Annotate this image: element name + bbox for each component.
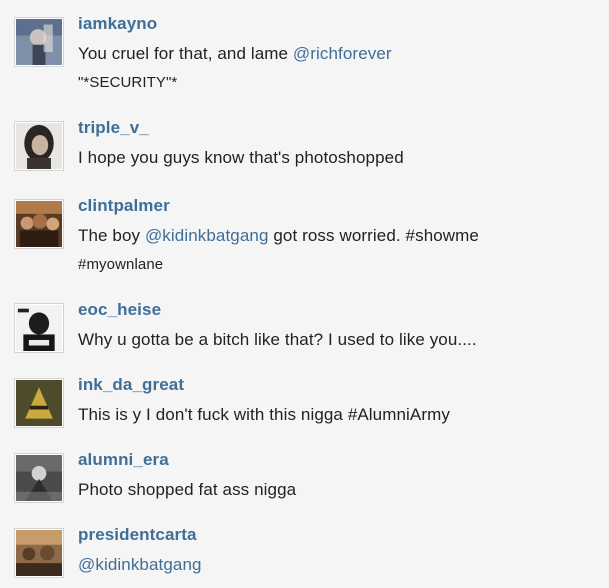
avatar[interactable] bbox=[14, 17, 64, 67]
comment-text-line2: #myownlane bbox=[78, 256, 164, 273]
comment-text: The boy @kidinkbatgang got ross worried.… bbox=[78, 221, 603, 279]
avatar[interactable] bbox=[14, 199, 64, 249]
comment-text-part: got ross worried. #showme bbox=[268, 226, 479, 245]
avatar[interactable] bbox=[14, 121, 64, 171]
username-link[interactable]: ink_da_great bbox=[78, 375, 184, 395]
comment-text-part: Photo shopped fat ass nigga bbox=[78, 480, 297, 499]
avatar-triple-v-image bbox=[16, 123, 62, 169]
comment-text: Why u gotta be a bitch like that? I used… bbox=[78, 325, 603, 354]
avatar-clintpalmer-image bbox=[16, 201, 62, 247]
username-link[interactable]: alumni_era bbox=[78, 450, 169, 470]
avatar-presidentcarta-image bbox=[16, 530, 62, 576]
mention-link[interactable]: @kidinkbatgang bbox=[78, 555, 202, 574]
avatar-alumni-era-image bbox=[16, 455, 62, 501]
comment-text: You cruel for that, and lame @richforeve… bbox=[78, 39, 603, 97]
avatar-eoc-heise-image bbox=[16, 305, 62, 351]
comment-text: I hope you guys know that's photoshopped bbox=[78, 143, 603, 172]
comment-text: @kidinkbatgang bbox=[78, 550, 603, 579]
avatar[interactable] bbox=[14, 453, 64, 503]
avatar-iamkayno-image bbox=[16, 19, 62, 65]
comment-text: This is y I don't fuck with this nigga #… bbox=[78, 400, 603, 429]
avatar-ink-da-great-image bbox=[16, 380, 62, 426]
comment-text: Photo shopped fat ass nigga bbox=[78, 475, 603, 504]
comment-text-part: This is y I don't fuck with this nigga #… bbox=[78, 405, 450, 424]
username-link[interactable]: clintpalmer bbox=[78, 196, 170, 216]
username-link[interactable]: eoc_heise bbox=[78, 300, 161, 320]
username-link[interactable]: iamkayno bbox=[78, 14, 157, 34]
comment-text-part: You cruel for that, and lame bbox=[78, 44, 293, 63]
comment-text-part: Why u gotta be a bitch like that? I used… bbox=[78, 330, 477, 349]
avatar[interactable] bbox=[14, 303, 64, 353]
comment-text-part: I hope you guys know that's photoshopped bbox=[78, 148, 404, 167]
comment-text-part: The boy bbox=[78, 226, 145, 245]
username-link[interactable]: presidentcarta bbox=[78, 525, 197, 545]
username-link[interactable]: triple_v_ bbox=[78, 118, 149, 138]
mention-link[interactable]: @kidinkbatgang bbox=[145, 226, 269, 245]
avatar[interactable] bbox=[14, 528, 64, 578]
avatar[interactable] bbox=[14, 378, 64, 428]
comment-text-line2: "*SECURITY"* bbox=[78, 74, 178, 91]
mention-link[interactable]: @richforever bbox=[293, 44, 392, 63]
